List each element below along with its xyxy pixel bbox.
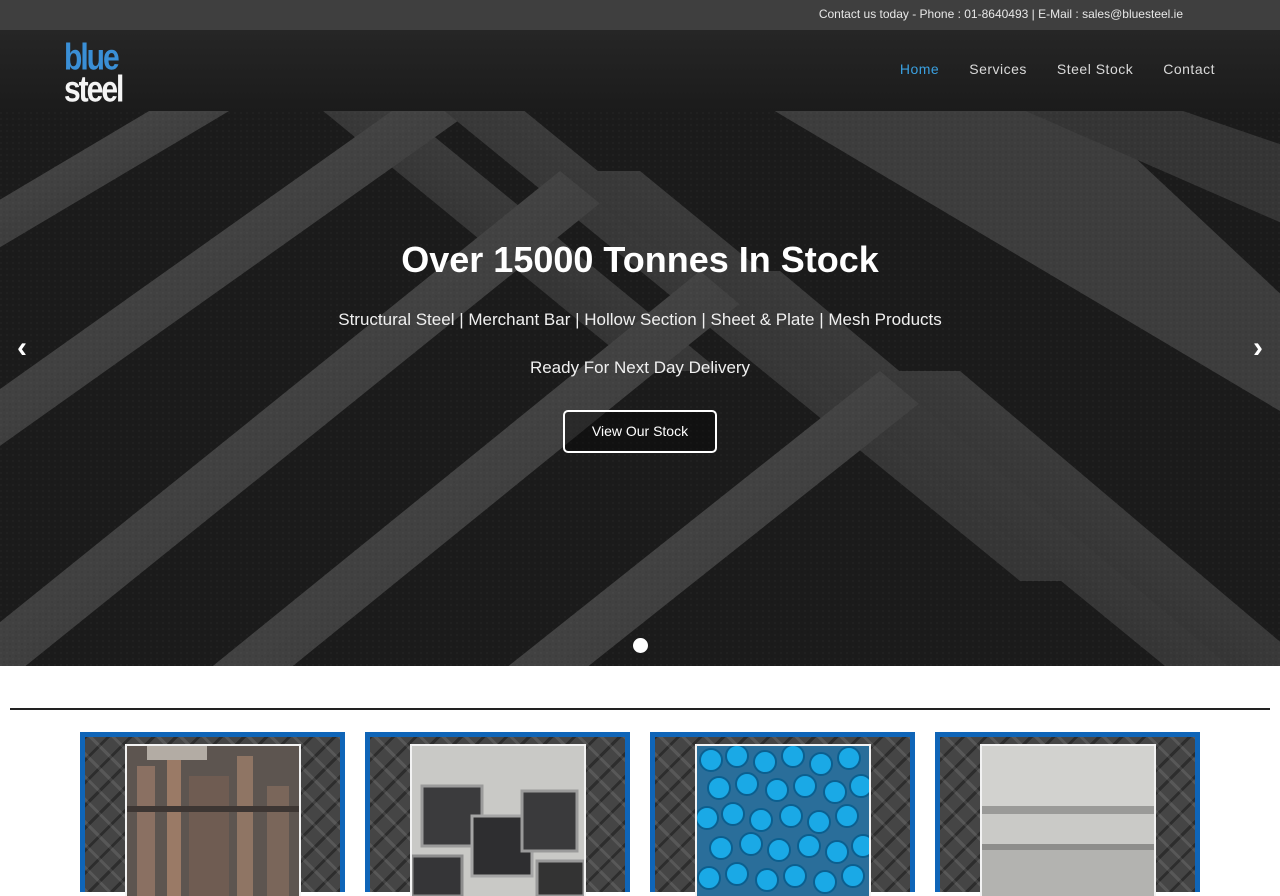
beams-image [125,744,301,896]
product-tile-sheet-plate[interactable] [935,732,1200,896]
contact-text: Contact us today - Phone : 01-8640493 | … [818,7,1183,21]
hero-slider: Over 15000 Tonnes In Stock Structural St… [0,111,1280,666]
view-stock-button[interactable]: View Our Stock [563,410,717,453]
site-header: blue steel Home Services Steel Stock Con… [0,30,1280,111]
hero-title: Over 15000 Tonnes In Stock [401,239,879,280]
product-tile-beams[interactable] [80,732,345,896]
nav-item-contact[interactable]: Contact [1148,61,1230,77]
logo[interactable]: blue steel [62,37,138,111]
chevron-left-icon[interactable]: ‹ [10,333,34,365]
slider-dot[interactable] [633,638,648,653]
nav-item-home[interactable]: Home [885,61,954,77]
nav-item-services[interactable]: Services [954,61,1042,77]
merchant-bar-image [695,744,871,896]
hero-delivery-text: Ready For Next Day Delivery [529,358,751,377]
main-nav: Home Services Steel Stock Contact [885,61,1230,77]
contact-bar: Contact us today - Phone : 01-8640493 | … [0,0,1280,31]
hero-overlay [0,111,1280,666]
sheet-plate-image [980,744,1156,896]
hero-subtitle: Structural Steel | Merchant Bar | Hollow… [338,310,942,329]
chevron-right-icon[interactable]: › [1246,333,1270,365]
nav-item-steel-stock[interactable]: Steel Stock [1042,61,1148,77]
product-tile-merchant-bar[interactable] [650,732,915,896]
hollow-section-image [410,744,586,896]
logo-word-bottom: steel [64,69,124,111]
product-tile-hollow-section[interactable] [365,732,630,896]
section-divider [10,708,1270,710]
